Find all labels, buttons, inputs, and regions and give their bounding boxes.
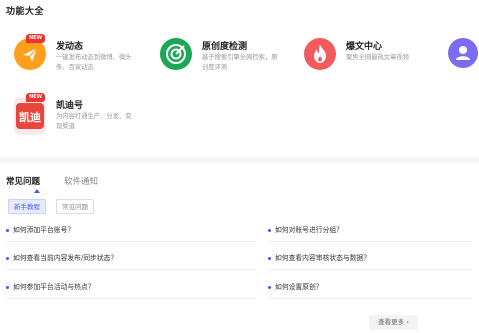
- feature-hot-articles[interactable]: 爆文中心 聚焦全网最热文章视频: [304, 38, 434, 78]
- feature-name: 爆文中心: [346, 42, 383, 52]
- section-divider: [0, 158, 479, 162]
- row-divider: [268, 241, 473, 242]
- question-text: 如何参加平台活动与热点？: [13, 283, 95, 291]
- question-link[interactable]: 如何设置原创？: [268, 281, 323, 291]
- feature-desc: 基于搜索引擎全网检索，原创度评测: [202, 54, 278, 71]
- feature-desc: 聚焦全网最热文章视频: [346, 54, 409, 61]
- tab-software-notice[interactable]: 软件通知: [64, 175, 98, 187]
- question-text: 如何查看当前内容发布/同步状态？: [13, 254, 118, 262]
- target-icon: [160, 38, 192, 70]
- view-more-button[interactable]: 查看更多 ›: [369, 315, 418, 330]
- question-link[interactable]: 如何对账号进行分组？: [268, 224, 343, 234]
- question-text: 如何对账号进行分组？: [275, 226, 343, 234]
- bullet-icon: [6, 228, 9, 232]
- user-icon[interactable]: [448, 38, 478, 68]
- bullet-icon: [268, 228, 271, 232]
- question-link[interactable]: 如何添加平台账号？: [6, 224, 74, 234]
- row-divider: [6, 269, 256, 270]
- active-tab-indicator: [34, 189, 40, 193]
- new-badge: NEW: [26, 34, 46, 43]
- bullet-icon: [6, 285, 9, 289]
- chip-common-questions[interactable]: 常见问题: [56, 199, 94, 214]
- feature-desc: 为内容打通生产、分发、变现渠道: [56, 113, 132, 130]
- question-link[interactable]: 如何参加平台活动与热点？: [6, 281, 95, 291]
- row-divider: [6, 241, 256, 242]
- question-text: 如何查看内容审核状态与数据？: [275, 254, 371, 262]
- feature-name: 凯迪号: [56, 101, 84, 111]
- section-title: 功能大全: [6, 7, 45, 17]
- question-link[interactable]: 如何查看当前内容发布/同步状态？: [6, 252, 117, 262]
- row-divider: [6, 298, 256, 299]
- chip-novice-tutorial[interactable]: 新手教程: [8, 199, 46, 214]
- feature-desc: 一键发布动态到微博、微头条、百家动态: [56, 54, 132, 71]
- kaidi-logo-text: 凯迪: [19, 110, 41, 124]
- flame-icon: [304, 38, 336, 70]
- new-badge: NEW: [26, 93, 46, 102]
- row-divider: [268, 298, 473, 299]
- question-text: 如何设置原创？: [275, 283, 323, 291]
- feature-name: 原创度检测: [202, 42, 248, 52]
- bullet-icon: [268, 256, 271, 260]
- feature-name: 发动态: [56, 42, 84, 52]
- tab-faq[interactable]: 常见问题: [6, 175, 40, 187]
- feature-kaidi[interactable]: 凯迪 NEW 凯迪号 为内容打通生产、分发、变现渠道: [14, 93, 144, 142]
- bullet-icon: [6, 256, 9, 260]
- question-text: 如何添加平台账号？: [13, 226, 75, 234]
- bullet-icon: [268, 285, 271, 289]
- kaidi-logo-icon: 凯迪: [14, 97, 46, 135]
- question-link[interactable]: 如何查看内容审核状态与数据？: [268, 252, 370, 262]
- row-divider: [268, 269, 473, 270]
- feature-original-check[interactable]: 原创度检测 基于搜索引擎全网检索，原创度评测: [160, 38, 290, 78]
- feature-publish[interactable]: NEW 发动态 一键发布动态到微博、微头条、百家动态: [14, 34, 144, 78]
